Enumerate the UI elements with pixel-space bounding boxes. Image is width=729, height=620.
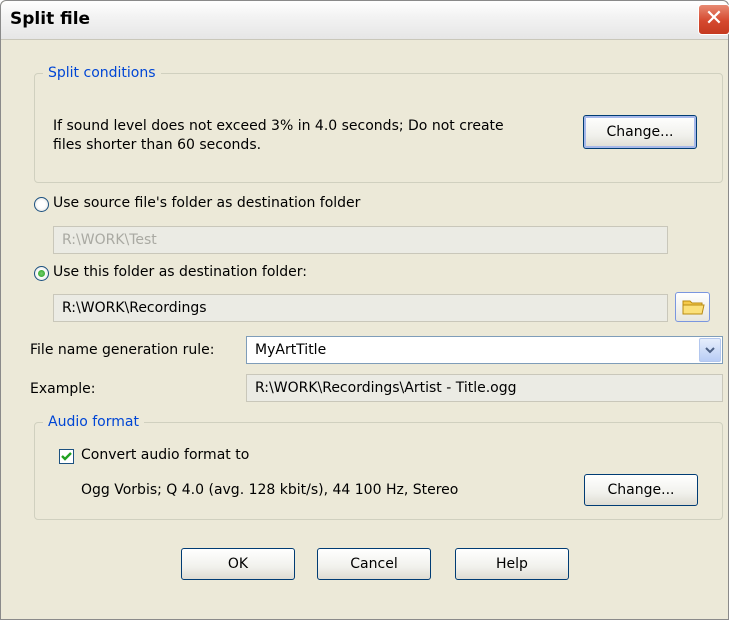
dialog-title: Split file: [10, 9, 91, 29]
checkmark-icon: [61, 452, 72, 461]
title-bar[interactable]: Split file ✕: [1, 1, 729, 40]
ok-button[interactable]: OK: [181, 548, 295, 580]
help-button[interactable]: Help: [455, 548, 569, 580]
split-conditions-legend: Split conditions: [48, 65, 156, 81]
cancel-button[interactable]: Cancel: [317, 548, 431, 580]
example-label: Example:: [30, 381, 96, 397]
source-folder-path-field: R:\WORK\Test: [53, 226, 668, 254]
this-folder-radio[interactable]: [34, 266, 49, 281]
close-icon: ✕: [704, 6, 724, 31]
folder-icon: [682, 300, 705, 315]
audio-format-description: Ogg Vorbis; Q 4.0 (avg. 128 kbit/s), 44 …: [81, 482, 459, 498]
filename-rule-dropdown[interactable]: MyArtTitle: [246, 336, 723, 364]
audio-format-legend: Audio format: [48, 414, 139, 430]
this-folder-path-field[interactable]: R:\WORK\Recordings: [53, 294, 668, 322]
convert-audio-label[interactable]: Convert audio format to: [81, 447, 249, 463]
chevron-down-icon: [705, 347, 715, 354]
dropdown-button[interactable]: [699, 338, 721, 362]
example-field: R:\WORK\Recordings\Artist - Title.ogg: [246, 374, 723, 402]
split-conditions-text-line1: If sound level does not exceed 3% in 4.0…: [53, 118, 504, 134]
filename-rule-value: MyArtTitle: [255, 342, 327, 358]
filename-rule-label: File name generation rule:: [30, 342, 215, 358]
split-file-dialog: Split file ✕ Split conditions If sound l…: [0, 0, 729, 620]
this-folder-radio-label[interactable]: Use this folder as destination folder:: [53, 264, 307, 280]
browse-folder-button[interactable]: [675, 292, 710, 322]
audio-format-change-button[interactable]: Change...: [584, 474, 698, 506]
close-button[interactable]: ✕: [698, 4, 729, 35]
split-conditions-text-line2: files shorter than 60 seconds.: [53, 137, 262, 153]
radio-selected-dot: [38, 270, 45, 277]
source-folder-radio[interactable]: [34, 197, 49, 212]
split-conditions-change-button[interactable]: Change...: [583, 115, 697, 149]
source-folder-radio-label[interactable]: Use source file's folder as destination …: [53, 195, 360, 211]
convert-audio-checkbox[interactable]: [59, 449, 74, 464]
